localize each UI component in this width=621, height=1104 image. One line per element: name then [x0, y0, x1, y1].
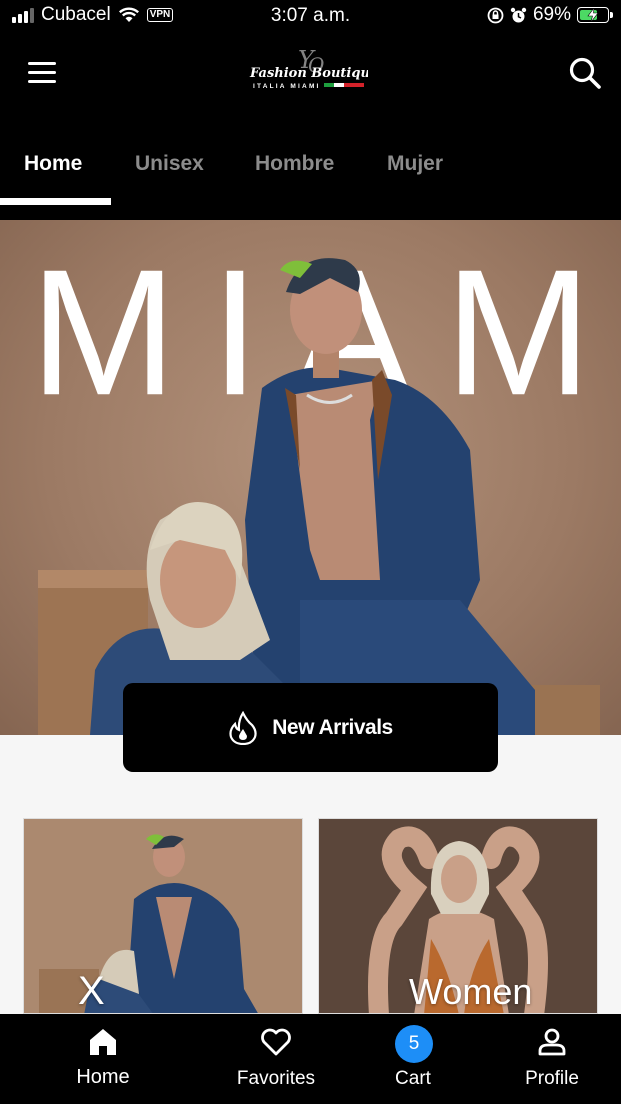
menu-icon[interactable] [28, 62, 56, 84]
tab-unisex[interactable]: Unisex [135, 152, 204, 176]
nav-profile[interactable]: Profile [492, 1014, 612, 1104]
nav-profile-label: Profile [525, 1068, 579, 1089]
active-tab-indicator [0, 198, 111, 205]
app-header: Y O Fashion Boutique ITALIA MIAMI Home U… [0, 34, 621, 220]
profile-icon [538, 1028, 566, 1056]
charging-bolt-icon [587, 8, 599, 22]
orientation-lock-icon [487, 7, 504, 23]
category-card-women[interactable]: Women [318, 818, 598, 1014]
hero-banner[interactable]: MIAMI [0, 220, 621, 735]
tab-hombre[interactable]: Hombre [255, 152, 334, 176]
category-photo-left [24, 819, 302, 1013]
nav-home-label: Home [76, 1066, 130, 1088]
flame-icon [229, 710, 257, 745]
home-icon [90, 1029, 116, 1055]
nav-cart-label: Cart [395, 1068, 431, 1089]
heart-icon [261, 1028, 291, 1056]
status-right: 69% [487, 4, 613, 26]
new-arrivals-label: New Arrivals [272, 715, 393, 739]
category-card-left[interactable]: X [23, 818, 303, 1014]
tab-home[interactable]: Home [24, 152, 82, 176]
hero-photo [38, 258, 600, 735]
search-icon[interactable] [568, 56, 602, 90]
brand-logo[interactable]: Y O Fashion Boutique ITALIA MIAMI [246, 44, 378, 94]
nav-favorites-label: Favorites [236, 1068, 316, 1089]
new-arrivals-button[interactable]: New Arrivals [123, 683, 498, 772]
category-label-left: X [78, 969, 105, 1013]
category-tabs: Home Unisex Hombre Mujer [0, 144, 621, 220]
battery-percent: 69% [532, 4, 571, 25]
nav-home[interactable]: Home [43, 1014, 163, 1104]
cart-count-badge: 5 [395, 1025, 433, 1063]
status-bar: Cubacel VPN 3:07 a.m. 69% [0, 0, 621, 34]
svg-text:Fashion Boutique: Fashion Boutique [249, 66, 368, 81]
nav-favorites[interactable]: Favorites [216, 1014, 336, 1104]
battery-icon [577, 7, 613, 23]
nav-cart[interactable]: 5 Cart [353, 1014, 473, 1104]
svg-text:ITALIA MIAMI: ITALIA MIAMI [253, 83, 321, 90]
category-label-women: Women [409, 971, 533, 1012]
alarm-icon [510, 7, 527, 22]
tab-mujer[interactable]: Mujer [387, 152, 443, 176]
bottom-navigation: Home Favorites 5 Cart Profile [0, 1014, 621, 1104]
